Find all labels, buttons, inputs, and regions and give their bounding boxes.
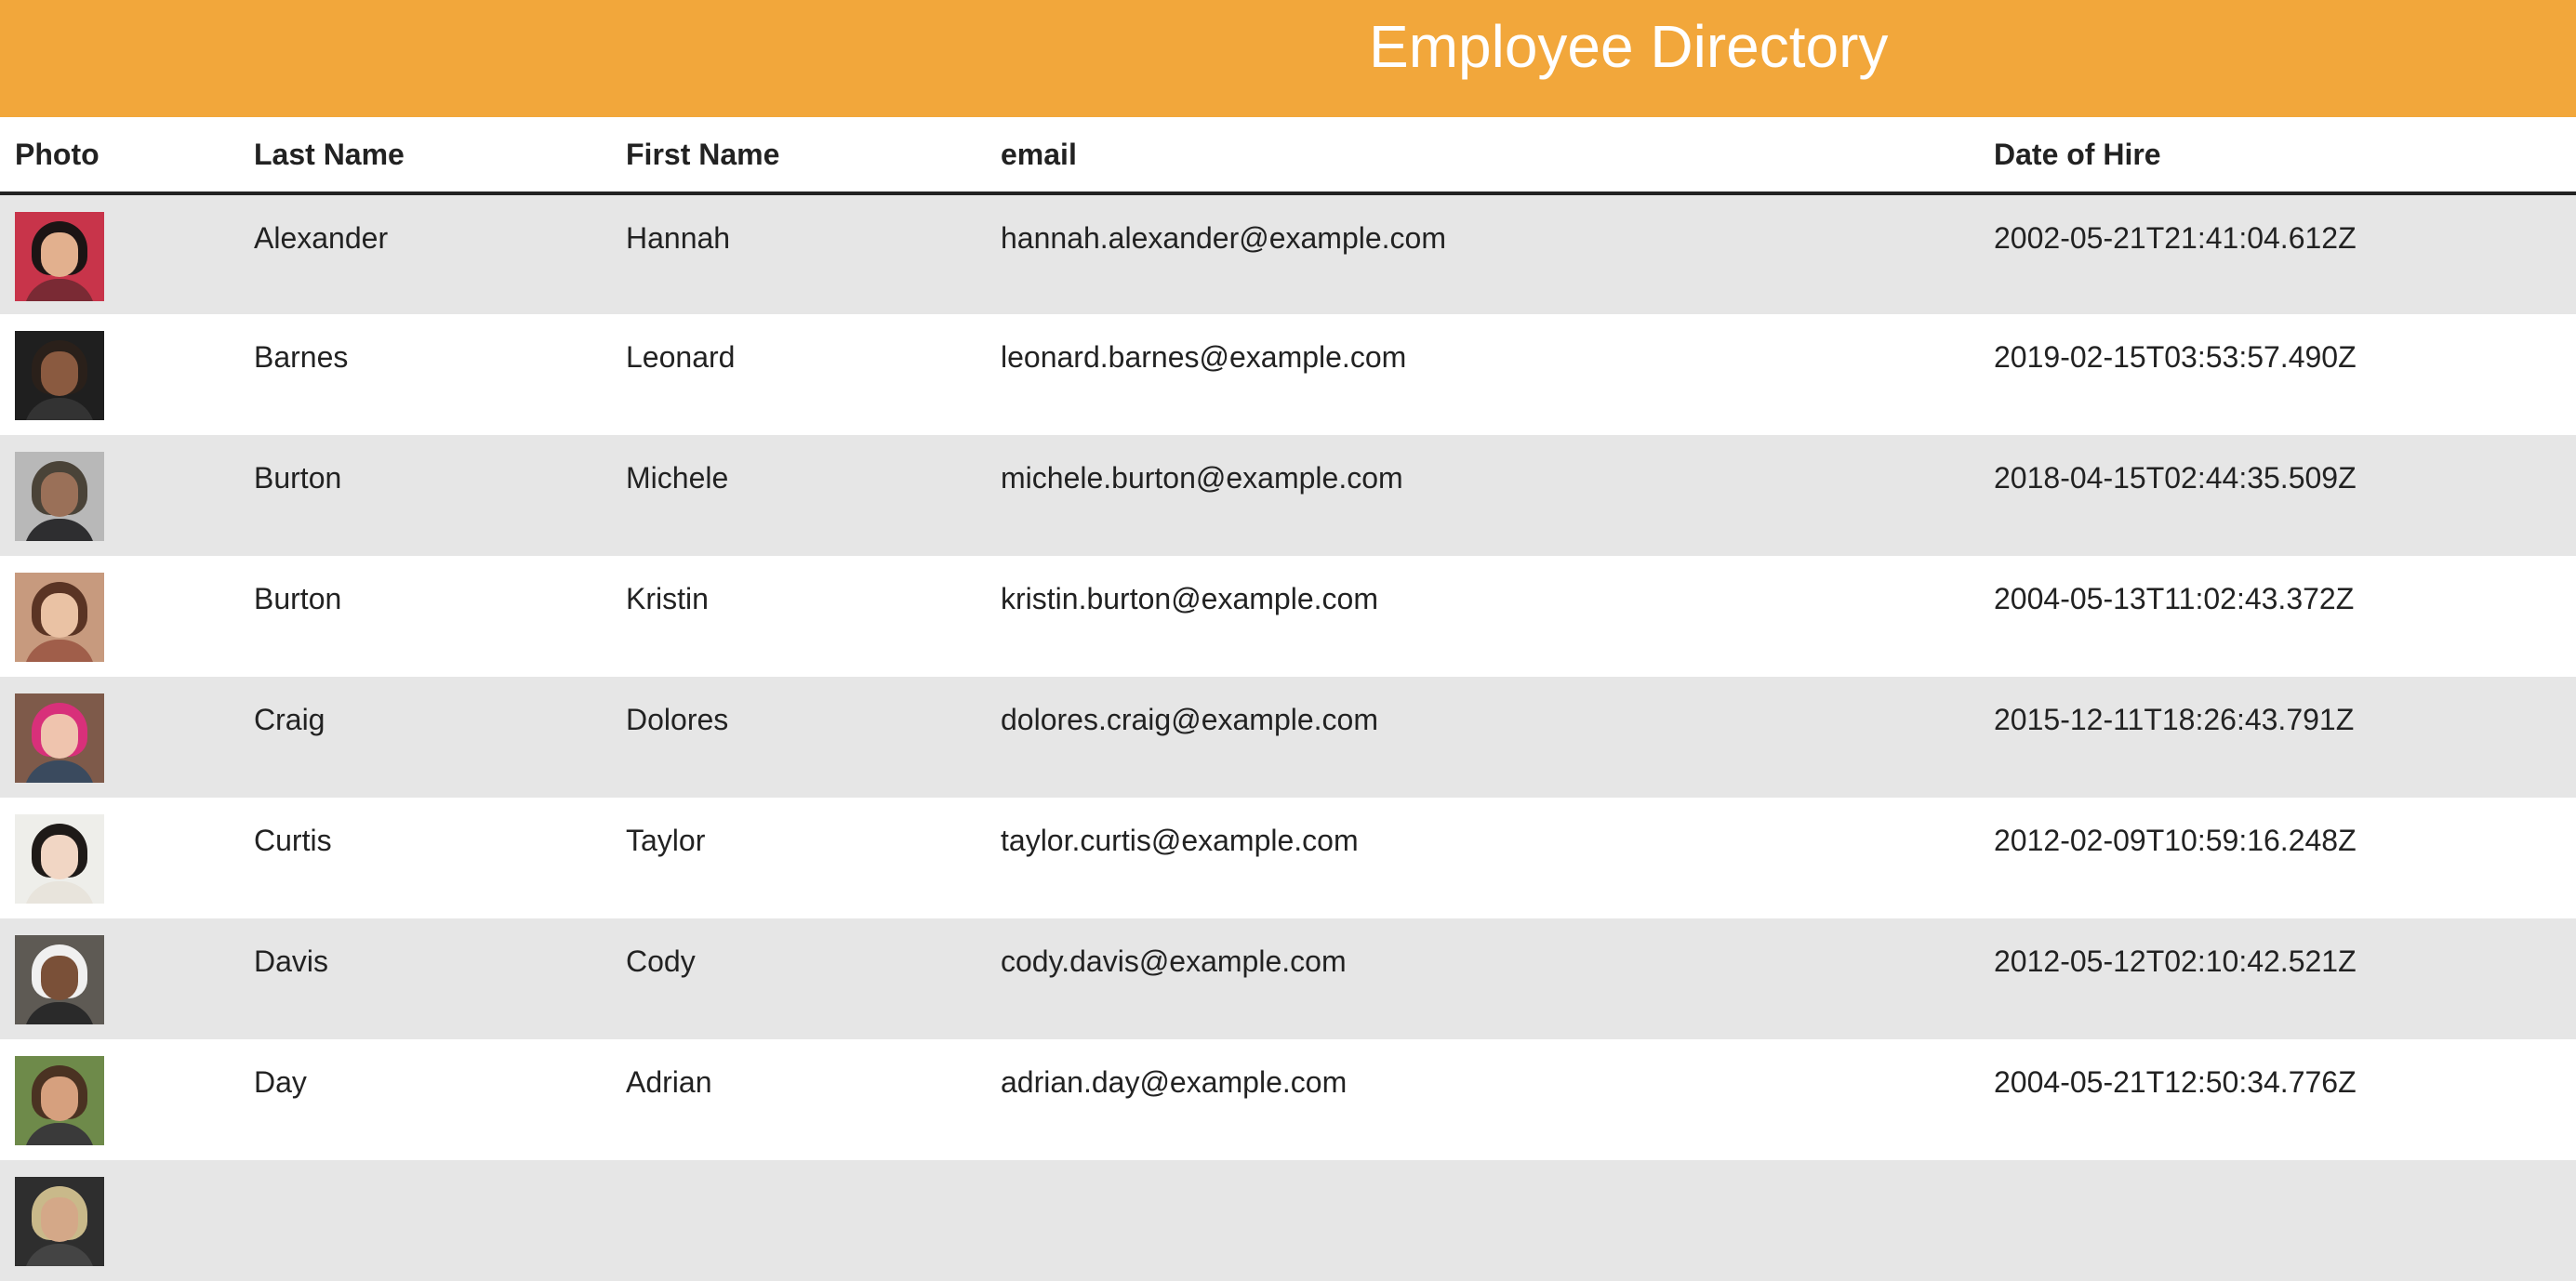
first-name-cell: Dolores: [626, 703, 729, 736]
avatar-photo: [15, 212, 104, 301]
last-name-cell: Day: [254, 1065, 307, 1099]
email-cell: [986, 1160, 1979, 1281]
last-name-cell: Curtis: [254, 824, 332, 857]
table-row: Burton Kristin kristin.burton@example.co…: [0, 556, 2576, 677]
email-cell: leonard.barnes@example.com: [1001, 340, 1407, 374]
avatar-photo: [15, 331, 104, 420]
hire-date-cell: 2012-05-12T02:10:42.521Z: [1994, 944, 2357, 978]
avatar-photo: [15, 1056, 104, 1145]
first-name-cell: Hannah: [626, 221, 731, 255]
avatar-photo: [15, 573, 104, 662]
email-cell: dolores.craig@example.com: [1001, 703, 1378, 736]
hire-date-cell: 2012-02-09T10:59:16.248Z: [1994, 824, 2357, 857]
column-header-date-of-hire[interactable]: Date of Hire: [1979, 117, 2576, 195]
first-name-cell: Adrian: [626, 1065, 712, 1099]
column-header-photo[interactable]: Photo: [0, 117, 239, 195]
photo-cell: [0, 1039, 239, 1160]
table-row: Curtis Taylor taylor.curtis@example.com …: [0, 798, 2576, 918]
hire-date-cell: 2004-05-13T11:02:43.372Z: [1994, 582, 2355, 615]
email-cell: hannah.alexander@example.com: [1001, 221, 1446, 255]
photo-cell: [0, 677, 239, 798]
table-row: Barnes Leonard leonard.barnes@example.co…: [0, 314, 2576, 435]
avatar-photo: [15, 693, 104, 783]
last-name-cell: [239, 1160, 611, 1281]
table-row: Davis Cody cody.davis@example.com 2012-0…: [0, 918, 2576, 1039]
email-cell: kristin.burton@example.com: [1001, 582, 1378, 615]
column-header-first-name[interactable]: First Name: [611, 117, 986, 195]
photo-cell: [0, 193, 239, 314]
employee-table: Photo Last Name First Name email Date of…: [0, 117, 2576, 1281]
last-name-cell: Craig: [254, 703, 325, 736]
email-cell: cody.davis@example.com: [1001, 944, 1347, 978]
column-header-email[interactable]: email: [986, 117, 1979, 195]
email-cell: taylor.curtis@example.com: [1001, 824, 1359, 857]
table-row: [0, 1160, 2576, 1281]
last-name-cell: Davis: [254, 944, 329, 978]
last-name-cell: Burton: [254, 461, 342, 495]
email-cell: adrian.day@example.com: [1001, 1065, 1348, 1099]
avatar-photo: [15, 935, 104, 1024]
avatar-photo: [15, 452, 104, 541]
last-name-cell: Alexander: [254, 221, 389, 255]
hire-date-cell: 2002-05-21T21:41:04.612Z: [1994, 221, 2357, 255]
first-name-cell: Cody: [626, 944, 696, 978]
photo-cell: [0, 435, 239, 556]
avatar-photo: [15, 814, 104, 904]
table-row: Day Adrian adrian.day@example.com 2004-0…: [0, 1039, 2576, 1160]
photo-cell: [0, 314, 239, 435]
photo-cell: [0, 1160, 239, 1281]
first-name-cell: [611, 1160, 986, 1281]
first-name-cell: Michele: [626, 461, 729, 495]
first-name-cell: Kristin: [626, 582, 709, 615]
column-header-last-name[interactable]: Last Name: [239, 117, 611, 195]
hire-date-cell: 2019-02-15T03:53:57.490Z: [1994, 340, 2357, 374]
hire-date-cell: 2004-05-21T12:50:34.776Z: [1994, 1065, 2357, 1099]
table-row: Burton Michele michele.burton@example.co…: [0, 435, 2576, 556]
page-title: Employee Directory: [1369, 13, 1889, 80]
last-name-cell: Burton: [254, 582, 342, 615]
avatar-photo: [15, 1177, 104, 1266]
email-cell: michele.burton@example.com: [1001, 461, 1403, 495]
first-name-cell: Taylor: [626, 824, 706, 857]
hire-date-cell: [1979, 1160, 2576, 1281]
photo-cell: [0, 918, 239, 1039]
table-row: Craig Dolores dolores.craig@example.com …: [0, 677, 2576, 798]
table-row: Alexander Hannah hannah.alexander@exampl…: [0, 193, 2576, 314]
last-name-cell: Barnes: [254, 340, 349, 374]
page-header: Employee Directory: [0, 0, 2576, 117]
photo-cell: [0, 556, 239, 677]
hire-date-cell: 2015-12-11T18:26:43.791Z: [1994, 703, 2355, 736]
table-header-row: Photo Last Name First Name email Date of…: [0, 117, 2576, 195]
photo-cell: [0, 798, 239, 918]
first-name-cell: Leonard: [626, 340, 736, 374]
hire-date-cell: 2018-04-15T02:44:35.509Z: [1994, 461, 2357, 495]
